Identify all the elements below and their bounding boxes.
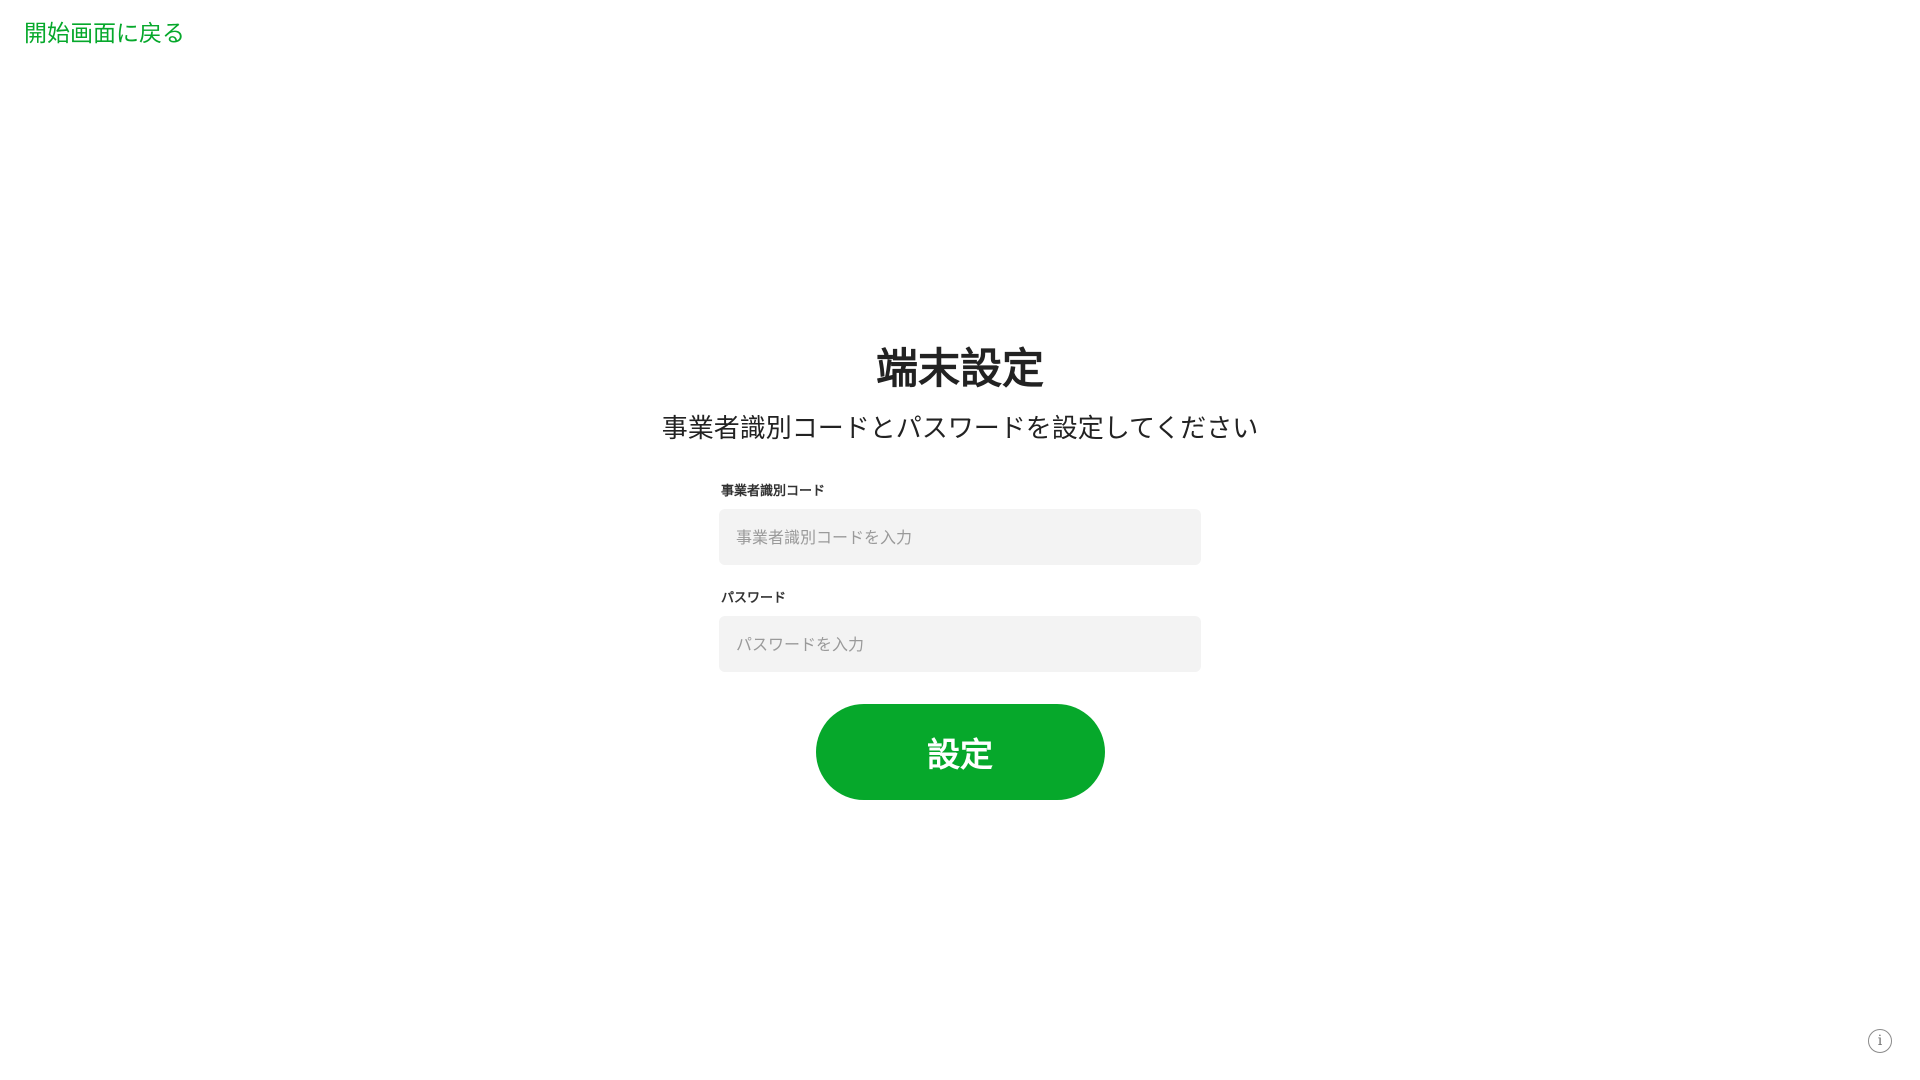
settings-form: 事業者識別コード パスワード bbox=[719, 482, 1201, 672]
password-input[interactable] bbox=[719, 616, 1201, 672]
submit-settings-button[interactable]: 設定 bbox=[815, 704, 1105, 800]
info-icon[interactable]: i bbox=[1868, 1029, 1892, 1053]
business-code-label: 事業者識別コード bbox=[721, 484, 826, 499]
page-subtitle: 事業者識別コードとパスワードを設定してください bbox=[661, 414, 1259, 444]
password-label: パスワード bbox=[721, 591, 787, 606]
page-title: 端末設定 bbox=[875, 344, 1044, 393]
business-code-field-group: 事業者識別コード bbox=[719, 482, 1201, 565]
password-field-group: パスワード bbox=[719, 589, 1201, 672]
business-code-input[interactable] bbox=[719, 509, 1201, 565]
terminal-settings-page: 開始画面に戻る 端末設定 事業者識別コードとパスワードを設定してください 事業者… bbox=[0, 0, 1920, 1080]
back-to-start-link[interactable]: 開始画面に戻る bbox=[24, 17, 185, 51]
settings-panel: 端末設定 事業者識別コードとパスワードを設定してください 事業者識別コード パス… bbox=[0, 339, 1920, 800]
